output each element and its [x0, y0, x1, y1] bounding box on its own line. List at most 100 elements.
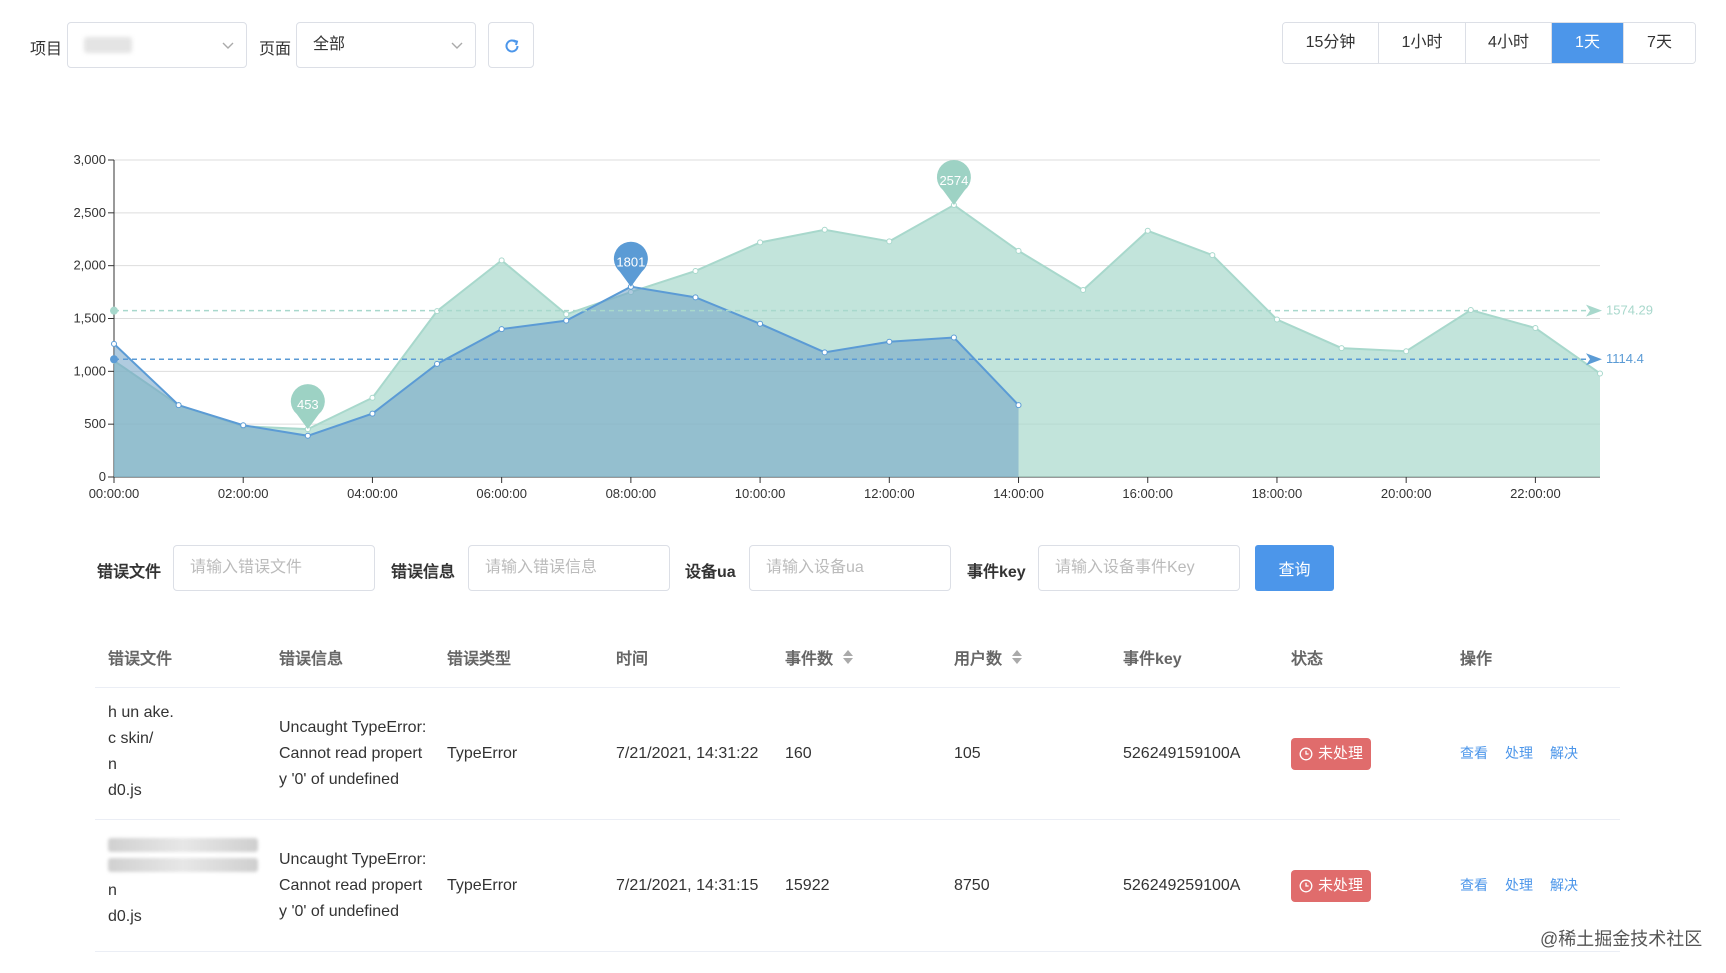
- users-cell: 105: [954, 745, 981, 762]
- message-line: Uncaught TypeError:: [279, 851, 427, 868]
- data-point: [369, 410, 376, 417]
- y-tick-label: 0: [99, 469, 106, 484]
- file-line: d0.js: [108, 782, 142, 799]
- project-select[interactable]: [67, 22, 247, 68]
- file-line: d0.js: [108, 908, 142, 925]
- x-tick-label: 16:00:00: [1122, 486, 1173, 501]
- header-status: 状态: [1291, 651, 1324, 668]
- error-type-cell: TypeError: [447, 877, 518, 894]
- data-point: [886, 338, 893, 345]
- page-select[interactable]: 全部: [296, 22, 476, 68]
- message-line: Uncaught TypeError:: [279, 719, 427, 736]
- header-users[interactable]: 用户数: [954, 645, 1023, 669]
- event-key-cell: 526249259100A: [1123, 877, 1241, 894]
- y-tick-label: 3,000: [73, 152, 106, 167]
- x-tick-label: 22:00:00: [1510, 486, 1561, 501]
- time-range-group: 15分钟 1小时 4小时 1天 7天: [1282, 22, 1696, 64]
- file-filter-input[interactable]: [173, 545, 375, 591]
- message-line: Cannot read propert: [279, 745, 423, 762]
- data-point: [175, 402, 182, 409]
- data-point: [369, 394, 376, 401]
- key-filter-input[interactable]: [1038, 545, 1240, 591]
- header-events-label: 事件数: [785, 651, 834, 668]
- data-point: [950, 334, 957, 341]
- data-point: [111, 340, 117, 347]
- range-15min-button[interactable]: 15分钟: [1283, 23, 1379, 63]
- ua-filter-input[interactable]: [749, 545, 951, 591]
- x-tick-label: 04:00:00: [347, 486, 398, 501]
- table-row: h un ake. c skin/ n d0.js Uncaught TypeE…: [95, 688, 1620, 820]
- y-tick-label: 2,000: [73, 258, 106, 273]
- handle-link[interactable]: 处理: [1505, 875, 1533, 895]
- range-7day-button[interactable]: 7天: [1624, 23, 1695, 63]
- resolve-link[interactable]: 解决: [1550, 743, 1578, 763]
- average-label: 1574.29: [1606, 303, 1653, 318]
- status-badge: 未处理: [1291, 870, 1372, 902]
- page-select-value: 全部: [313, 36, 346, 53]
- error-file-cell: h un ake. c skin/ n d0.js: [108, 700, 258, 804]
- ua-filter-label: 设备ua: [685, 564, 736, 581]
- x-tick-label: 20:00:00: [1381, 486, 1432, 501]
- clock-icon: [1299, 747, 1313, 761]
- sort-icon[interactable]: [843, 649, 854, 665]
- time-cell: 7/21/2021, 14:31:15: [616, 877, 759, 894]
- range-4hour-button[interactable]: 4小时: [1466, 23, 1552, 63]
- error-type-cell: TypeError: [447, 745, 518, 762]
- watermark: @稀土掘金技术社区: [1540, 929, 1703, 949]
- status-label: 未处理: [1318, 877, 1364, 894]
- y-tick-label: 1,500: [73, 311, 106, 326]
- data-point: [1532, 325, 1539, 332]
- events-cell: 160: [785, 745, 812, 762]
- resolve-link[interactable]: 解决: [1550, 875, 1578, 895]
- message-line: Cannot read propert: [279, 877, 423, 894]
- x-tick-label: 08:00:00: [606, 486, 657, 501]
- view-link[interactable]: 查看: [1460, 743, 1488, 763]
- range-1day-button[interactable]: 1天: [1552, 23, 1624, 63]
- event-key-cell: 526249159100A: [1123, 745, 1241, 762]
- handle-link[interactable]: 处理: [1505, 743, 1533, 763]
- message-filter-label: 错误信息: [391, 564, 456, 581]
- range-1hour-button[interactable]: 1小时: [1379, 23, 1466, 63]
- data-point: [821, 226, 828, 233]
- redacted-text: [108, 858, 258, 872]
- key-filter-label: 事件key: [967, 564, 1026, 581]
- data-point: [1144, 227, 1151, 234]
- pin-label: 1801: [616, 255, 645, 270]
- query-button[interactable]: 查询: [1255, 545, 1334, 591]
- table-row: n d0.js Uncaught TypeError: Cannot read …: [95, 820, 1620, 952]
- status-badge: 未处理: [1291, 738, 1372, 770]
- file-filter-label: 错误文件: [97, 564, 162, 581]
- data-point: [563, 311, 570, 318]
- average-start-dot: [110, 306, 118, 315]
- view-link[interactable]: 查看: [1460, 875, 1488, 895]
- pin-label: 453: [297, 397, 319, 412]
- x-tick-label: 00:00:00: [89, 486, 140, 501]
- error-trend-chart: 0 500 1,000 1,500 2,000 2,500 3,000 00:00:00 02:…: [73, 152, 1653, 501]
- refresh-button[interactable]: [488, 22, 534, 68]
- users-cell: 8750: [954, 877, 990, 894]
- file-line: n: [108, 756, 117, 773]
- average-arrow: [1586, 304, 1602, 317]
- data-point: [1338, 345, 1345, 352]
- x-tick-label: 06:00:00: [476, 486, 527, 501]
- pin-label: 2574: [939, 173, 968, 188]
- table-header: 错误文件 错误信息 错误类型 时间 事件数 用户数 事件key 状态 操作: [95, 625, 1620, 688]
- file-line: n: [108, 882, 117, 899]
- sort-icon[interactable]: [1012, 649, 1023, 665]
- error-file-cell: n d0.js: [108, 832, 258, 930]
- average-arrow: [1586, 353, 1602, 366]
- data-point: [240, 422, 247, 429]
- header-events[interactable]: 事件数: [785, 645, 854, 669]
- message-filter-input[interactable]: [468, 545, 670, 591]
- x-tick-label: 10:00:00: [735, 486, 786, 501]
- data-point: [692, 267, 699, 274]
- file-line: c skin/: [108, 730, 154, 747]
- redacted-text: [108, 838, 258, 852]
- header-file: 错误文件: [108, 651, 173, 668]
- header-type: 错误类型: [447, 651, 512, 668]
- chevron-down-icon: [451, 42, 463, 49]
- message-line: y '0' of undefined: [279, 903, 399, 920]
- header-actions: 操作: [1460, 651, 1493, 668]
- chevron-down-icon: [222, 42, 234, 49]
- refresh-icon: [505, 39, 519, 53]
